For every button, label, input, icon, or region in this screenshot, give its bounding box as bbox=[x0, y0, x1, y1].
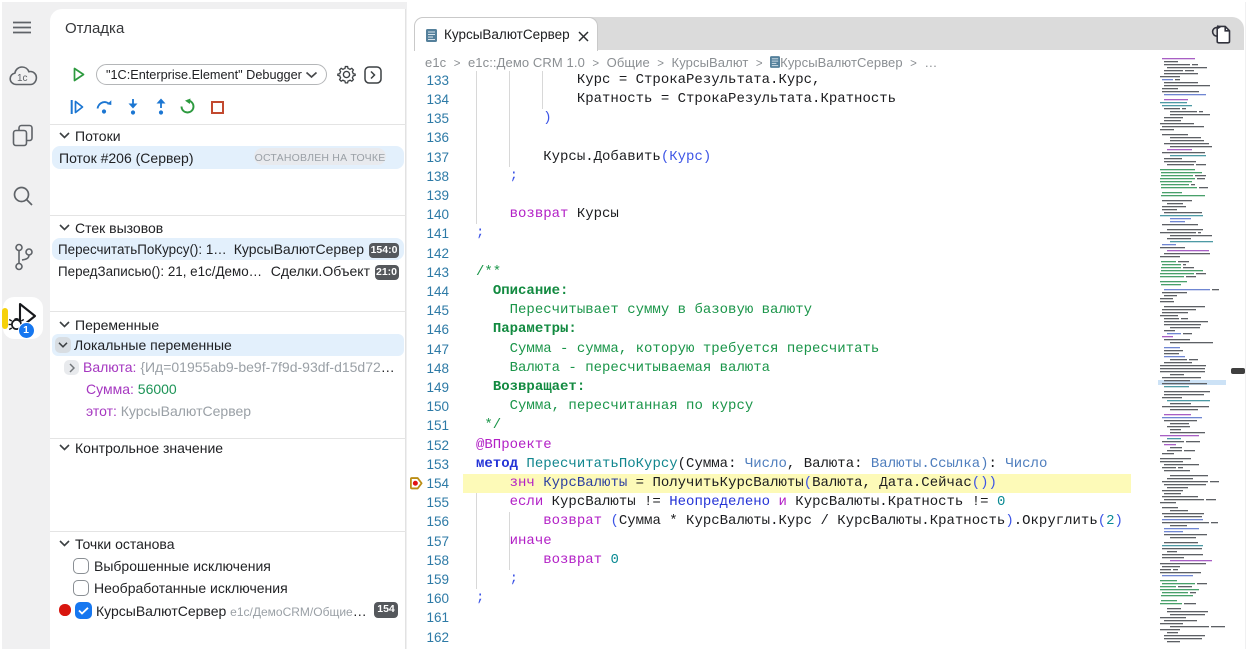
svg-text:1c: 1c bbox=[17, 73, 28, 84]
